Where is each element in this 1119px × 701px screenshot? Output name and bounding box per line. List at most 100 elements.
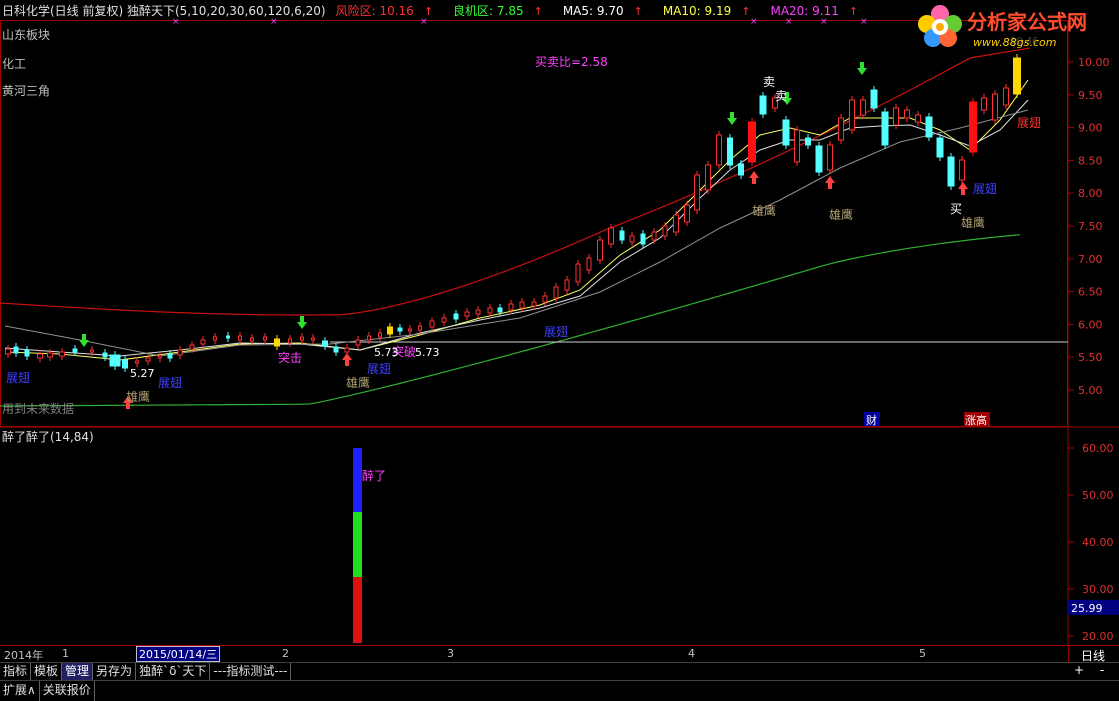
candle-body: [300, 336, 304, 341]
candle-body: [673, 214, 679, 233]
expand-button[interactable]: 扩展∧: [0, 681, 40, 701]
candle-body: [177, 349, 183, 356]
candle-body: [250, 337, 254, 342]
candle-body: [805, 137, 811, 146]
candle-body: [333, 346, 339, 353]
buy-label: 买: [950, 202, 962, 216]
time-month-3: 3: [447, 647, 454, 660]
sell-label: 卖: [775, 89, 787, 103]
candle-body: [597, 239, 603, 261]
eagle-label: 雄鹰: [829, 207, 853, 222]
candle-body: [748, 121, 756, 163]
sector-label-chemical[interactable]: 化工: [2, 55, 26, 72]
candle-body: [947, 156, 955, 187]
candle-body: [72, 348, 78, 353]
sell-signal-icon: [727, 112, 737, 125]
ma-yellow-line: [4, 79, 1029, 361]
sell-signal-icon: [79, 334, 89, 347]
candle-body: [959, 159, 965, 181]
sub-axis-label: 50.00: [1082, 489, 1114, 502]
candle-body: [90, 349, 94, 353]
candle-body: [145, 357, 151, 362]
candle-body: [464, 311, 470, 317]
candle-body: [608, 227, 614, 245]
price-axis-label: 7.00: [1078, 253, 1103, 266]
candle-body: [936, 137, 944, 158]
time-month-5: 5: [919, 647, 926, 660]
sub-indicator-title: 醉了醉了(14,84): [2, 429, 94, 444]
eagle-label: 雄鹰: [346, 375, 370, 390]
future-data-warning: 用到未来数据: [2, 401, 74, 416]
candle-body: [311, 337, 315, 341]
candle-body: [860, 99, 866, 116]
time-axis: 2014年 1 2015/01/14/三 2 3 4 5: [0, 645, 1068, 662]
candle-body: [716, 134, 722, 166]
candle-body: [662, 225, 668, 237]
tab-save-as[interactable]: 另存为: [93, 663, 137, 681]
candle-body: [226, 335, 230, 339]
tab-indicator-test[interactable]: ---指标测试---: [210, 663, 292, 681]
bar-segment-green: [353, 512, 362, 577]
price-axis-label: 9.50: [1078, 89, 1103, 102]
tab-template[interactable]: 模板: [31, 663, 63, 681]
candle-body: [167, 353, 173, 359]
bar-segment-red: [353, 577, 362, 643]
buy-sell-ratio-label: 买卖比=2.58: [535, 55, 608, 69]
candle-body: [915, 114, 921, 123]
price-axis-label: 5.50: [1078, 351, 1103, 364]
candle-body: [705, 164, 711, 191]
related-quotes-button[interactable]: 关联报价: [40, 681, 95, 701]
candle-body: [135, 360, 139, 364]
sell-label: 卖: [763, 75, 775, 89]
period-box[interactable]: 日线: [1068, 645, 1119, 663]
candle-body: [794, 129, 800, 163]
candle-body: [782, 119, 790, 146]
candle-body: [429, 320, 435, 328]
candle-body: [355, 339, 361, 346]
indicator-tab-bar: 指标 模板 管理 另存为 独醉`δ`天下 ---指标测试--- + -: [0, 662, 1119, 681]
sector-label-yellow-river[interactable]: 黄河三角: [2, 82, 50, 99]
tab-duzui[interactable]: 独醉`δ`天下: [136, 663, 211, 681]
candle-body: [759, 95, 767, 115]
candle-body: [925, 116, 933, 138]
candle-body: [158, 355, 162, 359]
bar-segment-blue: [353, 448, 362, 512]
candle-body: [344, 347, 350, 353]
candle-body: [838, 117, 844, 141]
price-axis-label: 7.50: [1078, 220, 1103, 233]
spread-wings-label: 展翅: [973, 181, 997, 196]
candle-body: [397, 327, 403, 332]
spread-wings-label: 展翅: [367, 361, 391, 376]
price-axis-label: 6.50: [1078, 286, 1103, 299]
candle-body: [1003, 87, 1009, 106]
candle-body: [497, 307, 503, 313]
chart-canvas[interactable]: 10.00 9.50 9.00 8.50 8.00 7.50 7.00 6.50 6.00 5.5…: [0, 0, 1119, 645]
up-high-label: 涨高: [965, 413, 987, 427]
sub-axis-label: 40.00: [1082, 536, 1114, 549]
tab-indicator[interactable]: 指标: [0, 663, 32, 681]
candle-body: [109, 354, 121, 367]
candle-body: [37, 353, 43, 359]
price-axis-label: 8.50: [1078, 154, 1103, 167]
candle-body: [200, 339, 206, 345]
candle-body: [694, 174, 700, 211]
tab-manage[interactable]: 管理: [62, 663, 94, 681]
candle-body: [508, 303, 514, 311]
candle-body: [629, 235, 635, 243]
candle-body: [441, 317, 447, 323]
candle-body: [870, 89, 878, 109]
zoom-out-button[interactable]: -: [1100, 663, 1104, 677]
candle-body: [13, 346, 19, 354]
price-axis-label: 10.00: [1078, 56, 1110, 69]
candle-body: [881, 111, 889, 146]
buy-signal-icon: [342, 353, 352, 366]
current-value-text: 25.99: [1071, 602, 1103, 615]
chart-header: 日科化学(日线 前复权) 独醉天下(5,10,20,30,60,120,6,20…: [2, 3, 878, 19]
candle-body: [367, 335, 371, 341]
zoom-in-button[interactable]: +: [1074, 663, 1084, 677]
candle-body: [586, 257, 592, 271]
opportunity-zone-value: 良机区: 7.85 ↑: [453, 4, 543, 18]
candle-body: [553, 286, 559, 299]
candle-body: [418, 325, 422, 331]
sector-label-shandong[interactable]: 山东板块: [2, 26, 50, 43]
